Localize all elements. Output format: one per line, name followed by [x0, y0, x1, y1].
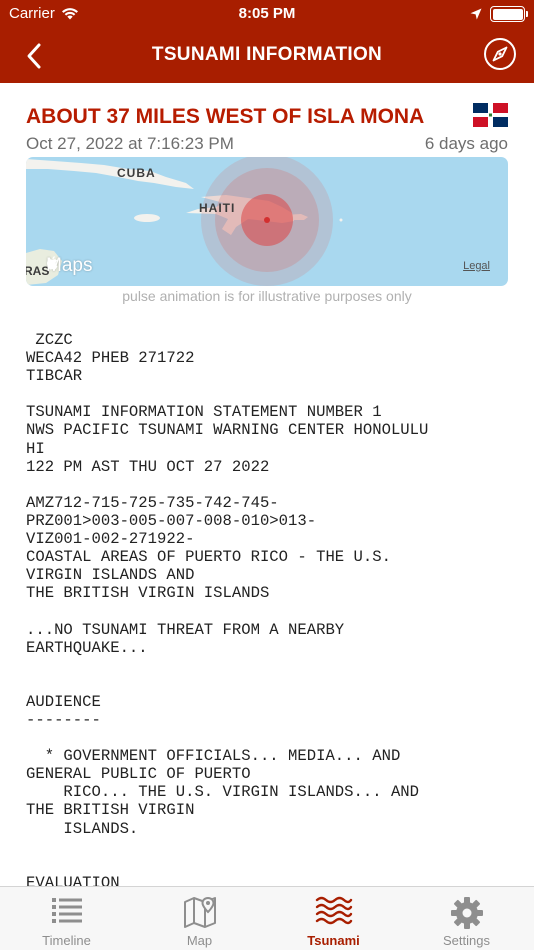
map-label-haiti: HAITI — [199, 201, 236, 215]
map-icon — [183, 896, 216, 928]
tsunami-bulletin-text: ZCZC WECA42 PHEB 271722 TIBCAR TSUNAMI I… — [26, 331, 429, 886]
map-canvas — [26, 157, 343, 286]
gear-icon — [450, 897, 483, 929]
apple-maps-logo: Maps — [46, 255, 92, 277]
status-bar: Carrier 8:05 PM — [0, 0, 534, 28]
map-label-cuba: CUBA — [117, 166, 156, 180]
waves-icon — [315, 896, 352, 925]
navigation-bar: TSUNAMI INFORMATION — [0, 28, 534, 83]
tab-tsunami-label: Tsunami — [307, 933, 360, 948]
epicenter-map[interactable]: CUBA HAITI RAS Maps Legal — [26, 157, 508, 286]
header: Carrier 8:05 PM TSUNAMI INFORMATION — [0, 0, 534, 83]
battery-icon — [490, 6, 528, 22]
apple-logo-icon — [47, 256, 58, 270]
tab-timeline[interactable]: Timeline — [0, 887, 133, 950]
page-title: TSUNAMI INFORMATION — [151, 44, 383, 65]
event-relative-time: 6 days ago — [424, 134, 508, 153]
tab-tsunami[interactable]: Tsunami — [267, 887, 400, 950]
status-indicators — [470, 6, 528, 22]
tab-map-label: Map — [186, 933, 213, 948]
content-scroll-area[interactable]: ABOUT 37 MILES WEST OF ISLA MONA Oct 27,… — [0, 83, 534, 886]
compass-button[interactable] — [483, 37, 517, 71]
tab-settings[interactable]: Settings — [400, 887, 533, 950]
dominican-republic-flag-icon — [473, 103, 508, 127]
tab-settings-label: Settings — [443, 933, 490, 948]
list-icon — [51, 898, 82, 923]
map-caption: pulse animation is for illustrative purp… — [122, 288, 412, 304]
event-date: Oct 27, 2022 at 7:16:23 PM — [26, 134, 234, 153]
clock: 8:05 PM — [238, 5, 296, 22]
event-title: ABOUT 37 MILES WEST OF ISLA MONA — [26, 105, 425, 128]
location-arrow-icon — [470, 8, 482, 20]
tab-bar: Timeline Map Tsunami Settings — [0, 886, 534, 950]
tab-map[interactable]: Map — [133, 887, 266, 950]
map-legal-link[interactable]: Legal — [463, 260, 490, 272]
tab-timeline-label: Timeline — [42, 933, 91, 948]
